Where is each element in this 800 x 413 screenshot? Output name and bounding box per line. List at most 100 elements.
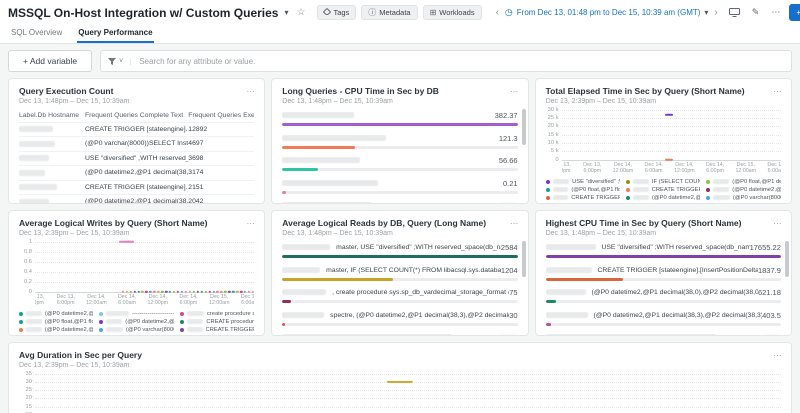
bar-row[interactable]: master, USE "diversified" ;WITH reserved…: [282, 243, 518, 259]
panel-menu-button[interactable]: …: [773, 348, 783, 358]
y-tick-label: 30 k: [547, 106, 559, 113]
panel-menu-button[interactable]: …: [246, 84, 256, 94]
x-tick-time: 6:00am: [767, 168, 781, 175]
edit-dashboard-button[interactable]: ✎: [749, 5, 763, 20]
tv-mode-button[interactable]: [726, 6, 743, 19]
panel-menu-button[interactable]: …: [773, 216, 783, 226]
vertical-scrollbar[interactable]: [785, 241, 789, 277]
legend-item[interactable]: CREATE TRIGGER [statee...: [179, 327, 254, 333]
tab-query-performance[interactable]: Query Performance: [77, 25, 154, 43]
legend-item[interactable]: (@P0 datetime2,@P1 varc...: [19, 327, 93, 333]
funnel-caret-icon: ˅: [119, 57, 124, 65]
host-cell: [19, 184, 85, 191]
legend-item[interactable]: (@P0 datetime2,@P1 deci...: [626, 195, 700, 201]
x-tick-label: Dec 13,3:00pm: [562, 162, 571, 175]
table-row[interactable]: (@P0 datetime2,@P1 decimal(38,0),@P2 dec…: [19, 165, 255, 180]
query-text-cell: CREATE TRIGGER [stateengine].[InsertPosi…: [85, 183, 188, 191]
blurred-redacted-text: [545, 289, 586, 296]
legend-label: (@P0 datetime2,@P1 varc...: [44, 326, 94, 333]
x-tick-date: Dec 14,: [117, 293, 137, 300]
title-dropdown-caret[interactable]: ▾: [284, 8, 288, 17]
attribute-search-bar[interactable]: ˅: [100, 50, 792, 72]
panel-menu-button[interactable]: …: [510, 84, 520, 94]
header-pill-tags[interactable]: Tags: [317, 5, 357, 20]
bar-row[interactable]: (@P0 datetime2,@P1 decimal(38,3),@P2 dec…: [545, 310, 781, 326]
favorite-star-icon[interactable]: ☆: [296, 7, 305, 18]
legend-item[interactable]: CREATE TRIGGER [statee...: [545, 194, 621, 201]
bar-row[interactable]: 0.21: [282, 178, 518, 194]
time-back-icon[interactable]: ‹: [494, 7, 501, 18]
legend-item[interactable]: (@P0 varchar(8000))SEL...: [180, 335, 254, 336]
filter-funnel-control[interactable]: ˅: [101, 57, 132, 65]
bar-label: [282, 334, 499, 335]
bar-row[interactable]: 121.3: [282, 133, 518, 149]
legend-item[interactable]: (@P0 datetime2,@P1 deci...: [19, 311, 93, 317]
legend-item[interactable]: (@P0 float,@P1 float,@P2...: [19, 319, 93, 325]
legend-item[interactable]: (@P0 float,@P1 decimal(3...: [706, 179, 781, 185]
legend-item[interactable]: (@P0 varchar(8000))SEL...: [99, 327, 174, 333]
table-row[interactable]: (@P0 datetime2,@P1 decimal(38,3),@P2 dec…: [19, 194, 255, 203]
bar-row[interactable]: (@P0 datetime2,@P1 decimal(38,0),@P2 dec…: [545, 288, 781, 304]
panel-subtitle: Dec 13, 2:39pm – Dec 15, 10:39am: [19, 229, 130, 237]
time-range-label[interactable]: From Dec 13, 01:48 pm to Dec 15, 10:39 a…: [517, 8, 701, 17]
panel-menu-button[interactable]: …: [510, 216, 520, 226]
execution-count-cell: 12892: [188, 125, 208, 133]
vertical-scrollbar[interactable]: [522, 241, 526, 277]
header-pill-metadata[interactable]: ⓘ Metadata: [361, 5, 418, 20]
bar-row[interactable]: 382.37: [282, 111, 518, 127]
vertical-scrollbar[interactable]: [522, 109, 526, 145]
legend-label: -----------------------: [132, 310, 174, 317]
panel-average-logical-reads: Average Logical Reads by DB, Query (Long…: [271, 210, 529, 336]
bar-value: 621.18: [757, 288, 781, 298]
legend-item[interactable]: -----------------------: [99, 310, 174, 317]
tab-sql-overview[interactable]: SQL Overview: [10, 25, 63, 43]
add-widget-button[interactable]: + Add widget: [789, 4, 800, 21]
time-range-picker[interactable]: ‹ ◷ From Dec 13, 01:48 pm to Dec 15, 10:…: [494, 7, 720, 18]
bar-row[interactable]: USE "diversified" ;WITH reserved_space(d…: [545, 243, 781, 259]
time-range-caret-icon[interactable]: ▾: [704, 8, 708, 17]
y-tick-label: 15: [25, 403, 32, 410]
table-row[interactable]: CREATE TRIGGER [stateengine].[InsertPosi…: [19, 179, 255, 195]
more-options-button[interactable]: ⋯: [768, 5, 783, 20]
legend-item[interactable]: USE "diversified" ;WITH r...: [545, 179, 620, 185]
bar-row-label: (@P0 datetime2,@P1 decimal(38,0),@P2 dec…: [545, 288, 781, 298]
time-forward-icon[interactable]: ›: [712, 7, 719, 18]
legend-item[interactable]: (@P0 float,@P1 decimal(3...: [99, 335, 174, 336]
panel-query-execution-count: Query Execution Count Dec 13, 1:48pm – D…: [8, 78, 266, 204]
bar-row[interactable]: 56.66: [282, 156, 518, 172]
bar-row[interactable]: CREATE TRIGGER [stateengine].[InsertPosi…: [545, 265, 781, 281]
legend-item[interactable]: (@P0 datetime2,@P1 varc...: [546, 203, 620, 204]
legend-item[interactable]: (@P0 datetime2,@P1 deci...: [99, 319, 174, 325]
legend-item[interactable]: CREATE TRIGGER [statee...: [626, 187, 700, 193]
legend-item[interactable]: (@P0 datetime2,@P1 deci...: [706, 187, 781, 193]
legend-item[interactable]: create procedure sys.sp...: [179, 311, 254, 317]
x-tick-date: Dec 15,: [736, 161, 755, 168]
legend-item[interactable]: CREATE procedure audit...: [179, 319, 254, 325]
add-variable-button[interactable]: + Add variable: [8, 50, 93, 72]
y-tick-label: 35: [25, 370, 32, 377]
bar-row[interactable]: spectre, (@P0 datetime2,@P1 decimal(38,3…: [282, 310, 518, 326]
panel-menu-button[interactable]: …: [773, 84, 783, 94]
bar-row[interactable]: , create procedure sys.sp_db_vardecimal_…: [282, 288, 518, 304]
table-row[interactable]: (@P0 varchar(8000))SELECT InstrumentID, …: [19, 136, 255, 151]
blurred-redacted-text: [545, 266, 592, 273]
legend-item[interactable]: create function [sys_utils...: [19, 335, 94, 336]
table-row[interactable]: CREATE TRIGGER [stateengine].[InsertPosi…: [19, 121, 255, 137]
panel-menu-button[interactable]: …: [246, 216, 256, 226]
table-row[interactable]: USE "diversified" ,WITH reserved_space(d…: [19, 150, 255, 166]
bar-row[interactable]: master, IF (SELECT COUNT(*) FROM libacsq…: [282, 265, 518, 281]
x-tick-time: 6:00pm: [583, 168, 602, 175]
legend-label: CREATE TRIGGER [statee...: [571, 194, 621, 201]
bar-fill: [545, 255, 781, 259]
search-input[interactable]: [131, 56, 791, 66]
x-tick-date: Dec 15,: [210, 293, 229, 300]
legend-item[interactable]: (@P0 varchar(8000))SEL...: [706, 195, 781, 201]
grid-line: [561, 126, 781, 128]
legend-item[interactable]: IF (SELECT COUNT(*) FR...: [626, 179, 700, 185]
legend-item[interactable]: (@P0 float,@P1 float,@P2...: [545, 187, 620, 193]
header-pill-buttons: Tags ⓘ Metadata ⊞ Workloads: [317, 5, 482, 20]
header-pill-workloads[interactable]: ⊞ Workloads: [422, 5, 482, 20]
column-header: Frequent Queries Execution C: [188, 111, 254, 119]
bar-row-label: USE "diversified" ;WITH reserved_space(d…: [545, 243, 781, 253]
host-cell: [19, 155, 85, 162]
